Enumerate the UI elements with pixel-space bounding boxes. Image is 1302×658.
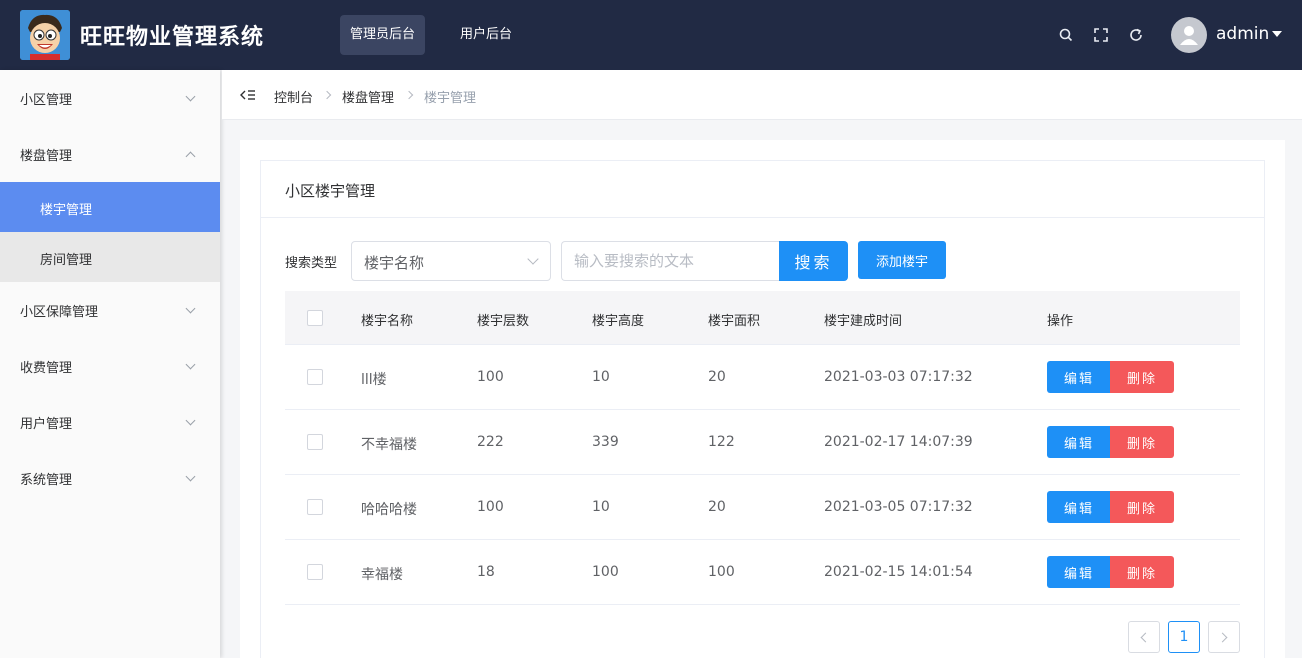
chevron-right-icon — [322, 90, 332, 100]
cell-height: 100 — [592, 564, 619, 580]
row-checkbox[interactable] — [307, 369, 323, 385]
cell-name: 幸福楼 — [361, 567, 403, 583]
chevron-down-icon — [185, 415, 196, 426]
card-title: 小区楼宇管理 — [285, 182, 376, 200]
prev-page-button[interactable] — [1128, 621, 1160, 653]
breadcrumb-buildings[interactable]: 楼盘管理 — [342, 87, 394, 106]
search-input[interactable] — [561, 241, 781, 281]
fullscreen-icon[interactable] — [1093, 27, 1109, 43]
edit-button[interactable]: 编辑 — [1047, 361, 1111, 393]
table-header: 楼宇名称 楼宇层数 楼宇高度 楼宇面积 楼宇建成时间 操作 — [285, 291, 1240, 345]
collapse-menu-icon[interactable] — [240, 88, 256, 102]
cell-area: 20 — [708, 499, 726, 515]
cell-built-time: 2021-02-15 14:01:54 — [824, 564, 973, 580]
sidebar-item-label: 房间管理 — [40, 253, 93, 268]
breadcrumb: 控制台 楼盘管理 楼宇管理 — [222, 70, 1302, 120]
page-1-button[interactable]: 1 — [1168, 621, 1200, 653]
card-header: 小区楼宇管理 — [261, 161, 1264, 218]
cell-name: lll楼 — [361, 372, 387, 388]
cell-height: 339 — [592, 434, 619, 450]
breadcrumb-current: 楼宇管理 — [424, 91, 477, 106]
app-title: 旺旺物业管理系统 — [80, 25, 265, 50]
sidebar-item-community-security[interactable]: 小区保障管理 — [0, 282, 220, 338]
breadcrumb-dashboard[interactable]: 控制台 — [274, 87, 313, 106]
refresh-icon[interactable] — [1128, 27, 1144, 43]
cell-built-time: 2021-03-05 07:17:32 — [824, 499, 973, 515]
col-name: 楼宇名称 — [361, 314, 414, 329]
sidebar-item-billing[interactable]: 收费管理 — [0, 338, 220, 394]
caret-down-icon[interactable] — [1272, 31, 1282, 37]
search-type-label: 搜索类型 — [285, 256, 338, 271]
chevron-down-icon — [185, 91, 196, 102]
col-actions: 操作 — [1047, 314, 1074, 329]
col-area: 楼宇面积 — [708, 314, 761, 329]
nav-admin-backend[interactable]: 管理员后台 — [340, 15, 426, 55]
cell-built-time: 2021-02-17 14:07:39 — [824, 434, 973, 450]
sidebar-item-community[interactable]: 小区管理 — [0, 70, 220, 126]
cell-name: 哈哈哈楼 — [361, 502, 417, 518]
cell-built-time: 2021-03-03 07:17:32 — [824, 369, 973, 385]
top-header: 旺旺物业管理系统 管理员后台 用户后台 admin — [0, 0, 1302, 70]
select-all-checkbox[interactable] — [307, 310, 323, 326]
row-checkbox[interactable] — [307, 564, 323, 580]
chevron-down-icon — [185, 303, 196, 314]
sidebar-item-users[interactable]: 用户管理 — [0, 394, 220, 450]
cell-area: 122 — [708, 434, 735, 450]
sidebar-item-label: 楼盘管理 — [20, 149, 73, 164]
sidebar-item-label: 楼宇管理 — [40, 203, 93, 218]
sidebar-item-label: 用户管理 — [20, 417, 73, 432]
sidebar-item-system[interactable]: 系统管理 — [0, 450, 220, 506]
sidebar-item-label: 小区管理 — [20, 93, 73, 108]
delete-button[interactable]: 删除 — [1110, 426, 1174, 458]
chevron-left-icon — [1140, 632, 1151, 643]
chevron-right-icon — [404, 90, 414, 100]
col-built-time: 楼宇建成时间 — [824, 314, 903, 329]
sidebar-item-label: 小区保障管理 — [20, 305, 99, 320]
sidebar-item-label: 系统管理 — [20, 473, 73, 488]
cell-area: 100 — [708, 564, 735, 580]
search-type-value: 楼宇名称 — [364, 254, 425, 272]
chevron-right-icon — [1217, 632, 1228, 643]
cell-floors: 100 — [477, 499, 504, 515]
edit-button[interactable]: 编辑 — [1047, 491, 1111, 523]
table-row: 幸福楼 18 100 100 2021-02-15 14:01:54 编辑 删除 — [285, 540, 1240, 605]
sidebar: 小区管理 楼盘管理 楼宇管理 房间管理 小区保障管理 收费管理 用户管理 系统管… — [0, 70, 220, 658]
app-logo — [20, 10, 70, 60]
table-row: lll楼 100 10 20 2021-03-03 07:17:32 编辑 删除 — [285, 345, 1240, 410]
chevron-up-icon — [185, 151, 196, 162]
col-height: 楼宇高度 — [592, 314, 645, 329]
sidebar-item-buildings[interactable]: 楼盘管理 — [0, 126, 220, 182]
delete-button[interactable]: 删除 — [1110, 491, 1174, 523]
next-page-button[interactable] — [1208, 621, 1240, 653]
col-floors: 楼宇层数 — [477, 314, 530, 329]
search-icon[interactable] — [1058, 27, 1074, 43]
delete-button[interactable]: 删除 — [1110, 556, 1174, 588]
chevron-down-icon — [527, 253, 539, 265]
cell-area: 20 — [708, 369, 726, 385]
table-row: 哈哈哈楼 100 10 20 2021-03-05 07:17:32 编辑 删除 — [285, 475, 1240, 540]
cell-floors: 222 — [477, 434, 504, 450]
chevron-down-icon — [185, 471, 196, 482]
sidebar-item-building-management[interactable]: 楼宇管理 — [0, 182, 220, 232]
sidebar-item-room-management[interactable]: 房间管理 — [0, 232, 220, 282]
table-row: 不幸福楼 222 339 122 2021-02-17 14:07:39 编辑 … — [285, 410, 1240, 475]
search-button[interactable]: 搜索 — [779, 241, 848, 281]
add-building-button[interactable]: 添加楼宇 — [858, 241, 946, 279]
delete-button[interactable]: 删除 — [1110, 361, 1174, 393]
user-avatar[interactable] — [1171, 17, 1207, 53]
nav-user-backend[interactable]: 用户后台 — [450, 15, 522, 55]
cell-height: 10 — [592, 499, 610, 515]
cell-floors: 100 — [477, 369, 504, 385]
cell-name: 不幸福楼 — [361, 437, 417, 453]
edit-button[interactable]: 编辑 — [1047, 426, 1111, 458]
cell-floors: 18 — [477, 564, 495, 580]
user-name[interactable]: admin — [1216, 24, 1269, 44]
sidebar-item-label: 收费管理 — [20, 361, 73, 376]
edit-button[interactable]: 编辑 — [1047, 556, 1111, 588]
row-checkbox[interactable] — [307, 499, 323, 515]
cell-height: 10 — [592, 369, 610, 385]
row-checkbox[interactable] — [307, 434, 323, 450]
search-type-select[interactable]: 楼宇名称 — [351, 241, 551, 281]
chevron-down-icon — [185, 359, 196, 370]
